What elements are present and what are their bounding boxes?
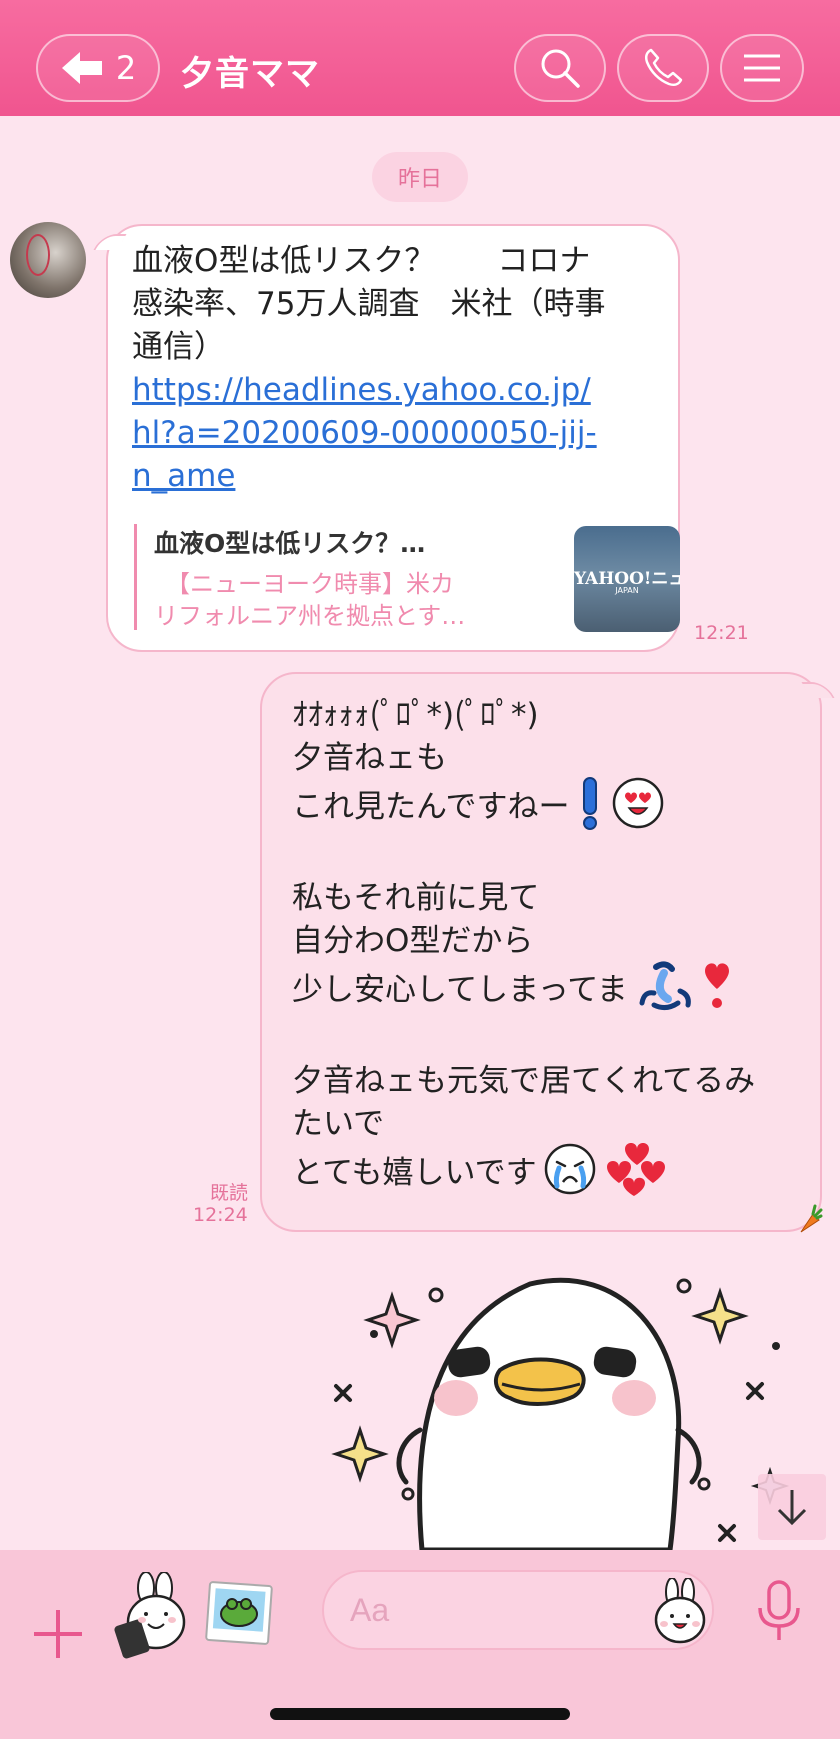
plus-icon[interactable] [32,1608,84,1660]
message-input[interactable] [350,1586,630,1634]
microphone-icon[interactable] [756,1580,802,1642]
preview-thumbnail: YAHOO!ニュー JAPAN [574,526,680,632]
link-line[interactable]: hl?a=20200609-00000050-jij- [132,412,662,455]
sticker-button-icon[interactable] [112,1572,188,1664]
crying-face-icon [544,1143,595,1195]
carrot-icon [800,1204,823,1233]
outgoing-message-bubble[interactable]: ｵｵｫｫｫ(ﾟﾛﾟ*)(ﾟﾛﾟ*) 夕音ねェも これ見たんですねー 私もそれ前に… [260,672,822,1232]
hearts-cluster-icon [606,1143,665,1196]
bird-sticker[interactable] [330,1270,790,1550]
search-icon [541,49,580,88]
outgoing-message-text: ｵｵｫｫｫ(ﾟﾛﾟ*)(ﾟﾛﾟ*) 夕音ねェも これ見たんですねー 私もそれ前に… [292,690,802,1196]
scroll-to-bottom-button[interactable] [758,1474,826,1540]
emoji-button-icon[interactable] [650,1578,710,1644]
exclamation-icon [583,777,598,830]
call-button[interactable] [617,34,709,102]
link-line[interactable]: https://headlines.yahoo.co.jp/ [132,369,662,412]
search-button[interactable] [514,34,606,102]
preview-description: 【ニューヨーク時事】米カ リフォルニア州を拠点とす… [154,568,514,632]
message-input-field[interactable] [322,1570,714,1650]
message-text: 血液O型は低リスク？ コロナ 感染率、75万人調査 米社（時事 通信） [132,240,662,369]
message-line: 少し安心してしまってま [292,959,802,1013]
unread-count: 2 [115,49,137,87]
phone-icon [644,48,683,87]
avatar[interactable] [10,222,86,298]
link-preview-card[interactable]: 血液O型は低リスク？… 【ニューヨーク時事】米カ リフォルニア州を拠点とす… Y… [134,524,680,632]
message-line: 血液O型は低リスク？ コロナ [132,243,591,279]
date-divider: 昨日 [372,152,468,202]
preview-title: 血液O型は低リスク？… [154,529,426,558]
preview-description-line: 【ニューヨーク時事】米カ [154,570,454,598]
message-line: 夕音ねェも [292,740,447,776]
thumbnail-logo-sub: JAPAN [615,586,639,595]
chat-title: 夕音ママ [180,54,320,94]
message-line: ｵｵｫｫｫ(ﾟﾛﾟ*)(ﾟﾛﾟ*) [292,697,539,733]
message-line: 通信） [132,329,225,365]
home-indicator [270,1708,570,1720]
message-line: 私もそれ前に見て [292,880,540,916]
read-receipt: 既読 [210,1182,249,1204]
menu-icon [744,54,780,82]
message-line: これ見たんですねー [292,776,802,830]
menu-button[interactable] [720,34,804,102]
preview-description-line: リフォルニア州を拠点とす… [154,602,466,630]
fu-glyph-icon [639,961,691,1011]
composer-bar [0,1550,840,1739]
message-line: 感染率、75万人調査 米社（時事 [132,286,606,322]
heart-exclamation-icon [704,963,729,1008]
outgoing-timestamp: 12:24 [193,1204,248,1226]
message-line: たいで [292,1106,385,1142]
back-arrow-icon [61,52,102,84]
message-line [292,1013,802,1056]
heart-eyes-icon [613,777,664,829]
back-button[interactable]: 2 [36,34,160,102]
message-line: 夕音ねェも元気で居てくれてるみ [292,1063,756,1099]
photo-button-icon[interactable] [204,1580,274,1646]
message-link[interactable]: https://headlines.yahoo.co.jp/ hl?a=2020… [132,369,662,498]
link-line[interactable]: n_ame [132,455,662,498]
arrow-down-icon [777,1490,807,1526]
message-line [292,830,802,873]
chat-header: 2 夕音ママ [0,0,840,116]
message-line: とても嬉しいです [292,1142,802,1196]
message-line: 自分わO型だから [292,923,534,959]
incoming-timestamp: 12:21 [694,622,749,644]
incoming-message-bubble[interactable]: 血液O型は低リスク？ コロナ 感染率、75万人調査 米社（時事 通信） http… [106,224,680,652]
preview-accent-bar [134,524,137,630]
